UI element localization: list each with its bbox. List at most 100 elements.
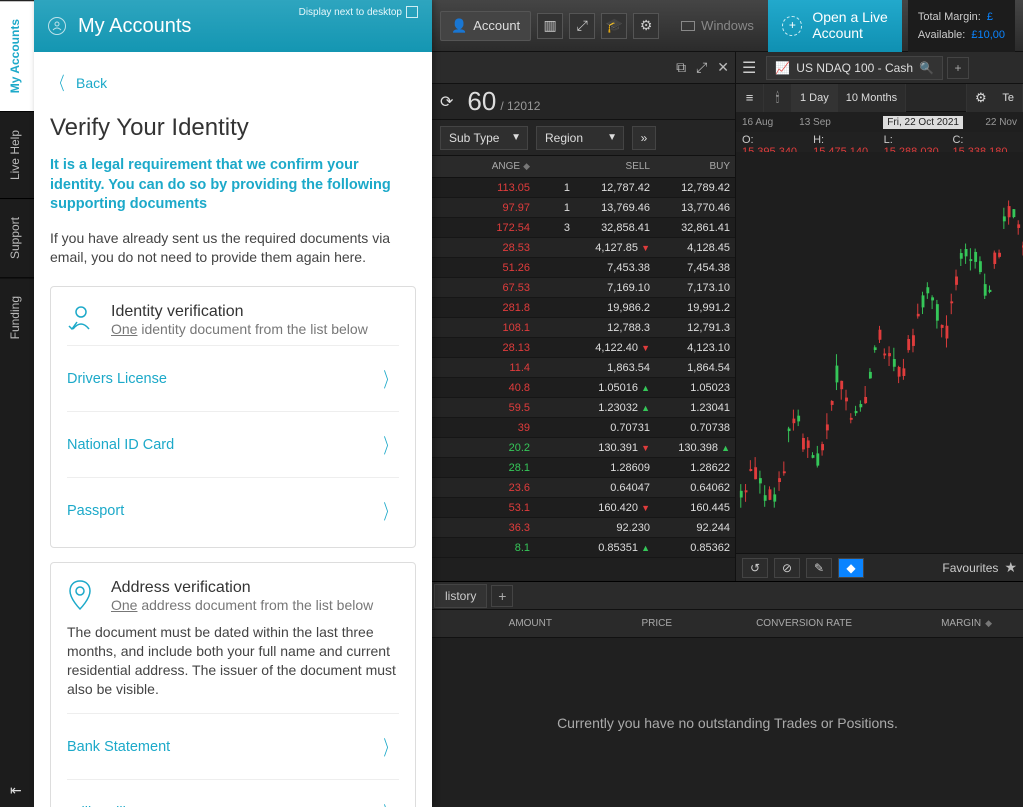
identity-verification-card: Identity verification One identity docum… (50, 286, 416, 548)
disable-icon[interactable]: ⊘ (774, 558, 800, 578)
side-tab-live-help[interactable]: Live Help (0, 111, 34, 198)
table-row[interactable]: 53.1160.420 ▼160.445 (432, 498, 735, 518)
close-icon[interactable]: ✕ (717, 59, 729, 76)
toolbar-te[interactable]: Te (994, 84, 1023, 112)
undo-icon[interactable]: ↺ (742, 558, 768, 578)
legal-requirement-text: It is a legal requirement that we confir… (50, 156, 416, 215)
fullscreen-icon[interactable]: ⤢ (696, 59, 707, 76)
address-pin-icon (67, 579, 97, 615)
side-tab-support[interactable]: Support (0, 198, 34, 277)
star-icon[interactable]: ★ (1004, 559, 1017, 576)
quotes-rows: 113.05112,787.4212,789.4297.97113,769.46… (432, 178, 735, 581)
doc-bank-statement[interactable]: Bank Statement〉 (67, 713, 399, 779)
positions-panel: listory + AMOUNT PRICE CONVERSION RATE M… (432, 581, 1023, 807)
quotes-count: 60 / 12012 (467, 86, 540, 117)
table-row[interactable]: 113.05112,787.4212,789.42 (432, 178, 735, 198)
address-card-description: The document must be dated within the la… (67, 623, 399, 699)
range-10months[interactable]: 10 Months (838, 84, 906, 112)
table-row[interactable]: 28.534,127.85 ▼4,128.45 (432, 238, 735, 258)
chevron-right-icon: 〉 (384, 364, 395, 393)
table-row[interactable]: 28.11.286091.28622 (432, 458, 735, 478)
toolbar-settings-icon[interactable]: ⚙ (966, 84, 994, 112)
chevron-right-icon: 〉 (384, 430, 395, 459)
chevron-right-icon: 〉 (384, 798, 395, 807)
menu-account-button[interactable]: 👤 Account (440, 11, 531, 41)
interval-list-icon[interactable]: ≡ (736, 84, 764, 112)
menu-layout-icon[interactable]: ▥ (537, 13, 563, 39)
quotes-panel: ⧉ ⤢ ✕ ⟳ 60 / 12012 Sub Type▼ Re (432, 52, 736, 581)
col-amount[interactable]: AMOUNT (442, 618, 562, 629)
refresh-icon[interactable]: ⟳ (440, 92, 453, 112)
doc-drivers-license[interactable]: Drivers License〉 (67, 345, 399, 411)
col-margin[interactable]: MARGIN◆ (862, 618, 1002, 629)
chart-toolbar: ≡ 🕯 1 Day 10 Months ⚙ Te (736, 84, 1023, 112)
side-tab-funding[interactable]: Funding (0, 277, 34, 357)
col-total-pl[interactable]: TOTAL P&L (1002, 618, 1023, 629)
filter-subtype-select[interactable]: Sub Type▼ (440, 126, 528, 150)
doc-national-id[interactable]: National ID Card〉 (67, 411, 399, 477)
chart-canvas[interactable] (736, 152, 1023, 553)
table-row[interactable]: 108.112,788.312,791.3 (432, 318, 735, 338)
trading-workspace: 👤 Account ▥ ⤢ 🎓 ⚙ Windows + Open a LiveA… (432, 0, 1023, 807)
filter-region-select[interactable]: Region▼ (536, 126, 624, 150)
popout-icon[interactable]: ⧉ (676, 59, 686, 76)
table-row[interactable]: 172.54332,858.4132,861.41 (432, 218, 735, 238)
menu-settings-icon[interactable]: ⚙ (633, 13, 659, 39)
table-row[interactable]: 67.537,169.107,173.10 (432, 278, 735, 298)
chevron-right-icon: 〉 (384, 496, 395, 525)
chart-tabs: ☰ 📈 US NDAQ 100 - Cash 🔍 + (736, 52, 1023, 84)
table-row[interactable]: 390.707310.70738 (432, 418, 735, 438)
table-row[interactable]: 20.2130.391 ▼130.398 ▲ (432, 438, 735, 458)
back-link[interactable]: 〈 Back (50, 52, 416, 114)
favourites-label[interactable]: Favourites (942, 561, 998, 575)
identity-icon (67, 303, 97, 337)
table-row[interactable]: 40.81.05016 ▲1.05023 (432, 378, 735, 398)
my-accounts-title: My Accounts (78, 15, 191, 38)
table-row[interactable]: 59.51.23032 ▲1.23041 (432, 398, 735, 418)
edit-icon[interactable]: ✎ (806, 558, 832, 578)
table-row[interactable]: 8.10.85351 ▲0.85362 (432, 538, 735, 558)
doc-utility-bill[interactable]: Utility Bill〉 (67, 779, 399, 807)
collapse-sidebar-icon[interactable]: ⇤ (10, 782, 22, 799)
table-row[interactable]: 281.819,986.219,991.2 (432, 298, 735, 318)
axis-hover-label: Fri, 22 Oct 2021 (883, 116, 963, 129)
marker-icon[interactable]: ◆ (838, 558, 864, 578)
table-row[interactable]: 23.60.640470.64062 (432, 478, 735, 498)
table-row[interactable]: 51.267,453.387,454.38 (432, 258, 735, 278)
col-buy[interactable]: BUY (656, 161, 736, 172)
user-icon (48, 17, 66, 35)
menu-windows[interactable]: Windows (665, 18, 754, 33)
filters-more-button[interactable]: » (632, 126, 656, 150)
display-next-to-desktop-toggle[interactable]: Display next to desktop (299, 6, 418, 18)
table-row[interactable]: 11.41,863.541,864.54 (432, 358, 735, 378)
col-conversion-rate[interactable]: CONVERSION RATE (682, 618, 862, 629)
side-tab-my-accounts[interactable]: My Accounts (0, 0, 34, 111)
left-side-strip: My Accounts Live Help Support Funding ⇤ (0, 0, 34, 807)
table-row[interactable]: 28.134,122.40 ▼4,123.10 (432, 338, 735, 358)
top-menubar: 👤 Account ▥ ⤢ 🎓 ⚙ Windows + Open a LiveA… (432, 0, 1023, 52)
chart-line-icon: 📈 (775, 61, 790, 75)
col-sell[interactable]: SELL (576, 161, 656, 172)
chevron-left-icon: 〈 (54, 70, 65, 96)
col-price[interactable]: PRICE (562, 618, 682, 629)
my-accounts-header: My Accounts Display next to desktop (34, 0, 432, 52)
search-icon[interactable]: 🔍 (919, 61, 934, 75)
my-accounts-panel: My Accounts Display next to desktop 〈 Ba… (34, 0, 432, 807)
quotes-panel-controls: ⧉ ⤢ ✕ (432, 52, 735, 84)
open-live-account-button[interactable]: + Open a LiveAccount (768, 0, 902, 52)
table-row[interactable]: 36.392.23092.244 (432, 518, 735, 538)
col-change[interactable]: ANGE◆ (480, 161, 536, 172)
chart-tab-ndaq[interactable]: 📈 US NDAQ 100 - Cash 🔍 (766, 56, 943, 80)
chart-bottom-toolbar: ↺ ⊘ ✎ ◆ Favourites ★ (736, 553, 1023, 581)
candle-icon[interactable]: 🕯 (764, 84, 792, 112)
positions-tab-history[interactable]: listory (434, 584, 487, 608)
chart-add-tab[interactable]: + (947, 57, 969, 79)
address-card-subtitle: One address document from the list below (111, 597, 373, 613)
interval-1day[interactable]: 1 Day (792, 84, 838, 112)
menu-education-icon[interactable]: 🎓 (601, 13, 627, 39)
hamburger-icon[interactable]: ☰ (742, 58, 762, 78)
positions-add-tab[interactable]: + (491, 585, 513, 607)
doc-passport[interactable]: Passport〉 (67, 477, 399, 543)
menu-expand-icon[interactable]: ⤢ (569, 13, 595, 39)
table-row[interactable]: 97.97113,769.4613,770.46 (432, 198, 735, 218)
